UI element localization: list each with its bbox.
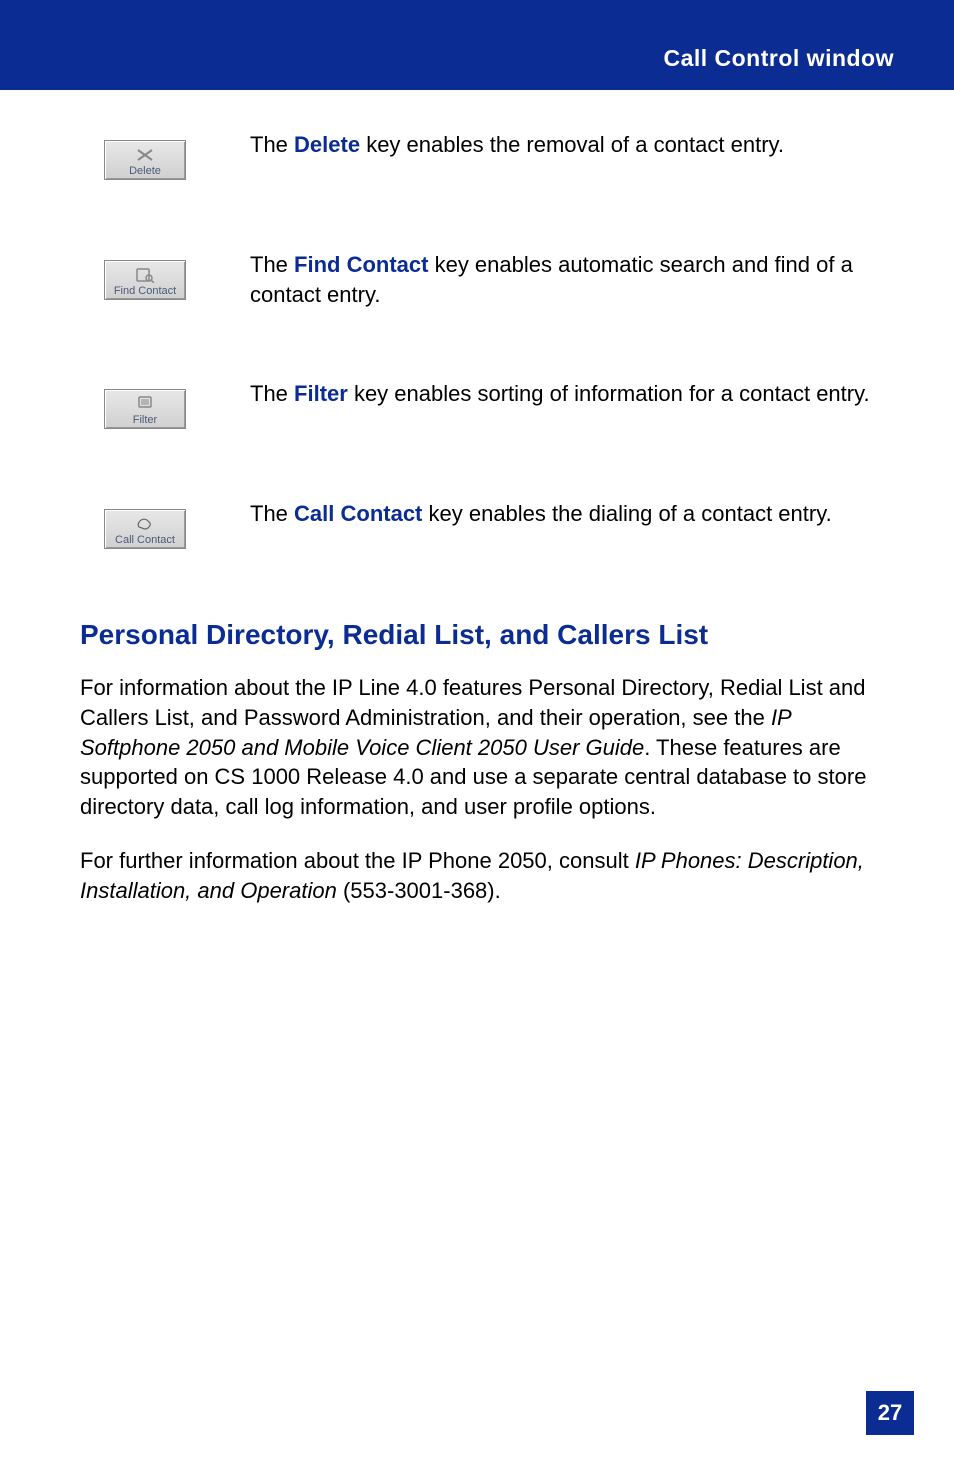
key-icon-wrap: Find Contact bbox=[80, 250, 210, 300]
section-heading: Personal Directory, Redial List, and Cal… bbox=[80, 619, 894, 651]
section-paragraph-2: For further information about the IP Pho… bbox=[80, 846, 894, 905]
key-icon-wrap: Call Contact bbox=[80, 499, 210, 549]
keyword: Find Contact bbox=[294, 252, 428, 277]
header-bar: Call Control window bbox=[210, 0, 954, 90]
text: key enables sorting of information for a… bbox=[348, 381, 870, 406]
key-icon-wrap: Filter bbox=[80, 379, 210, 429]
text: The bbox=[250, 132, 294, 157]
filter-icon bbox=[135, 396, 155, 412]
find-contact-icon bbox=[135, 267, 155, 283]
key-icon-wrap: Delete bbox=[80, 130, 210, 180]
find-contact-button: Find Contact bbox=[104, 260, 186, 300]
find-contact-caption: Find Contact bbox=[114, 285, 176, 297]
text: The bbox=[250, 252, 294, 277]
text: The bbox=[250, 501, 294, 526]
delete-description: The Delete key enables the removal of a … bbox=[250, 130, 894, 160]
call-contact-description: The Call Contact key enables the dialing… bbox=[250, 499, 894, 529]
text: For further information about the IP Pho… bbox=[80, 848, 635, 873]
filter-caption: Filter bbox=[133, 414, 157, 426]
page-number: 27 bbox=[866, 1391, 914, 1435]
key-row-find-contact: Find Contact The Find Contact key enable… bbox=[80, 250, 894, 309]
header-left-block bbox=[0, 0, 210, 90]
filter-button: Filter bbox=[104, 389, 186, 429]
keyword: Delete bbox=[294, 132, 360, 157]
document-page: Call Control window Delete The Delete ke… bbox=[0, 0, 954, 1475]
call-contact-caption: Call Contact bbox=[115, 534, 175, 546]
key-row-call-contact: Call Contact The Call Contact key enable… bbox=[80, 499, 894, 549]
delete-icon bbox=[135, 147, 155, 163]
content-area: Delete The Delete key enables the remova… bbox=[80, 130, 894, 929]
text: (553-3001-368). bbox=[337, 878, 501, 903]
section-paragraph-1: For information about the IP Line 4.0 fe… bbox=[80, 673, 894, 821]
text: key enables the removal of a contact ent… bbox=[360, 132, 784, 157]
keyword: Filter bbox=[294, 381, 348, 406]
key-row-filter: Filter The Filter key enables sorting of… bbox=[80, 379, 894, 429]
delete-button: Delete bbox=[104, 140, 186, 180]
key-row-delete: Delete The Delete key enables the remova… bbox=[80, 130, 894, 180]
keyword: Call Contact bbox=[294, 501, 422, 526]
delete-caption: Delete bbox=[129, 165, 161, 177]
call-contact-icon bbox=[135, 516, 155, 532]
header-title: Call Control window bbox=[663, 45, 894, 72]
text: For information about the IP Line 4.0 fe… bbox=[80, 675, 866, 730]
filter-description: The Filter key enables sorting of inform… bbox=[250, 379, 894, 409]
call-contact-button: Call Contact bbox=[104, 509, 186, 549]
find-contact-description: The Find Contact key enables automatic s… bbox=[250, 250, 894, 309]
text: key enables the dialing of a contact ent… bbox=[422, 501, 831, 526]
text: The bbox=[250, 381, 294, 406]
